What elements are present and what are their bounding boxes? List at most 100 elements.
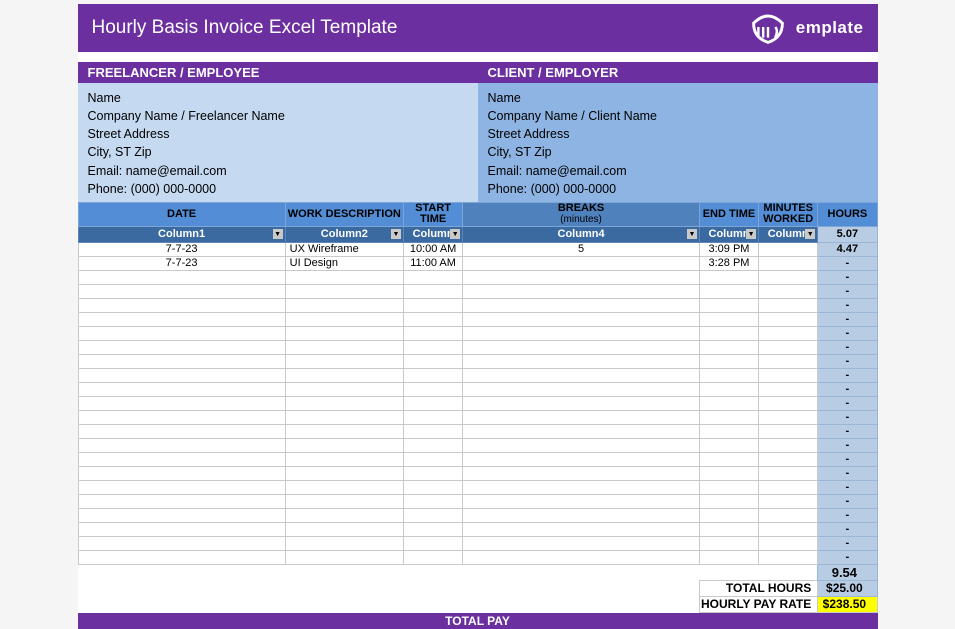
cell[interactable] xyxy=(285,508,403,522)
cell[interactable] xyxy=(463,298,700,312)
cell[interactable] xyxy=(463,270,700,284)
cell[interactable]: - xyxy=(818,382,877,396)
cell[interactable] xyxy=(404,354,463,368)
cell[interactable] xyxy=(699,438,758,452)
cell[interactable]: - xyxy=(818,536,877,550)
cell[interactable] xyxy=(759,270,818,284)
cell[interactable]: - xyxy=(818,522,877,536)
cell[interactable] xyxy=(404,480,463,494)
cell[interactable]: 4.47 xyxy=(818,242,877,256)
cell[interactable] xyxy=(759,298,818,312)
cell[interactable] xyxy=(463,396,700,410)
cell[interactable]: - xyxy=(818,410,877,424)
cell[interactable] xyxy=(759,452,818,466)
cell[interactable] xyxy=(759,410,818,424)
cell[interactable] xyxy=(285,522,403,536)
cell[interactable]: 3:28 PM xyxy=(699,256,758,270)
cell[interactable] xyxy=(699,284,758,298)
cell[interactable] xyxy=(404,396,463,410)
cell[interactable] xyxy=(759,256,818,270)
cell[interactable] xyxy=(78,522,285,536)
cell[interactable] xyxy=(699,508,758,522)
cell[interactable] xyxy=(78,424,285,438)
cell[interactable]: - xyxy=(818,256,877,270)
cell[interactable] xyxy=(404,326,463,340)
cell[interactable] xyxy=(285,438,403,452)
cell[interactable] xyxy=(285,550,403,564)
cell[interactable] xyxy=(404,298,463,312)
cell[interactable] xyxy=(285,452,403,466)
cell[interactable] xyxy=(699,550,758,564)
cell[interactable]: 3:09 PM xyxy=(699,242,758,256)
cell[interactable] xyxy=(404,284,463,298)
cell[interactable]: - xyxy=(818,466,877,480)
cell[interactable] xyxy=(463,424,700,438)
cell[interactable] xyxy=(759,466,818,480)
cell[interactable] xyxy=(463,326,700,340)
cell[interactable]: 11:00 AM xyxy=(404,256,463,270)
cell[interactable] xyxy=(463,452,700,466)
cell[interactable] xyxy=(285,536,403,550)
cell[interactable] xyxy=(699,480,758,494)
cell[interactable] xyxy=(78,298,285,312)
cell[interactable] xyxy=(285,298,403,312)
cell[interactable] xyxy=(285,354,403,368)
cell[interactable] xyxy=(759,382,818,396)
cell[interactable] xyxy=(404,438,463,452)
cell[interactable] xyxy=(759,354,818,368)
cell[interactable] xyxy=(404,536,463,550)
cell[interactable] xyxy=(404,340,463,354)
cell[interactable] xyxy=(699,340,758,354)
cell[interactable]: - xyxy=(818,354,877,368)
cell[interactable] xyxy=(78,326,285,340)
cell[interactable] xyxy=(404,368,463,382)
cell[interactable]: - xyxy=(818,508,877,522)
cell[interactable] xyxy=(463,438,700,452)
cell[interactable] xyxy=(699,354,758,368)
cell[interactable]: 7-7-23 xyxy=(78,242,285,256)
cell[interactable] xyxy=(759,438,818,452)
cell[interactable] xyxy=(404,550,463,564)
cell[interactable] xyxy=(463,284,700,298)
cell[interactable] xyxy=(759,340,818,354)
cell[interactable] xyxy=(463,480,700,494)
filter-column5[interactable]: Column▼ xyxy=(699,226,758,242)
cell[interactable] xyxy=(699,298,758,312)
filter-column2[interactable]: Column2▼ xyxy=(285,226,403,242)
cell[interactable] xyxy=(699,326,758,340)
cell[interactable] xyxy=(404,466,463,480)
cell[interactable]: - xyxy=(818,494,877,508)
cell[interactable] xyxy=(78,396,285,410)
cell[interactable] xyxy=(404,452,463,466)
cell[interactable] xyxy=(404,494,463,508)
cell[interactable] xyxy=(759,326,818,340)
cell[interactable]: - xyxy=(818,284,877,298)
cell[interactable] xyxy=(285,326,403,340)
cell[interactable] xyxy=(78,480,285,494)
cell[interactable] xyxy=(463,466,700,480)
filter-column1[interactable]: Column1▼ xyxy=(78,226,285,242)
cell[interactable] xyxy=(463,522,700,536)
cell[interactable]: UX Wireframe xyxy=(285,242,403,256)
cell[interactable] xyxy=(463,256,700,270)
cell[interactable]: - xyxy=(818,424,877,438)
cell[interactable] xyxy=(699,452,758,466)
cell[interactable] xyxy=(463,340,700,354)
cell[interactable] xyxy=(699,270,758,284)
cell[interactable] xyxy=(404,382,463,396)
cell[interactable] xyxy=(699,396,758,410)
cell[interactable] xyxy=(759,536,818,550)
cell[interactable]: - xyxy=(818,340,877,354)
cell[interactable]: - xyxy=(818,368,877,382)
cell[interactable] xyxy=(759,312,818,326)
cell[interactable] xyxy=(759,522,818,536)
cell[interactable] xyxy=(285,284,403,298)
cell[interactable] xyxy=(759,508,818,522)
cell[interactable] xyxy=(285,396,403,410)
cell[interactable] xyxy=(463,354,700,368)
cell[interactable] xyxy=(463,536,700,550)
cell[interactable] xyxy=(759,550,818,564)
cell[interactable] xyxy=(759,284,818,298)
cell[interactable] xyxy=(78,466,285,480)
cell[interactable] xyxy=(463,494,700,508)
